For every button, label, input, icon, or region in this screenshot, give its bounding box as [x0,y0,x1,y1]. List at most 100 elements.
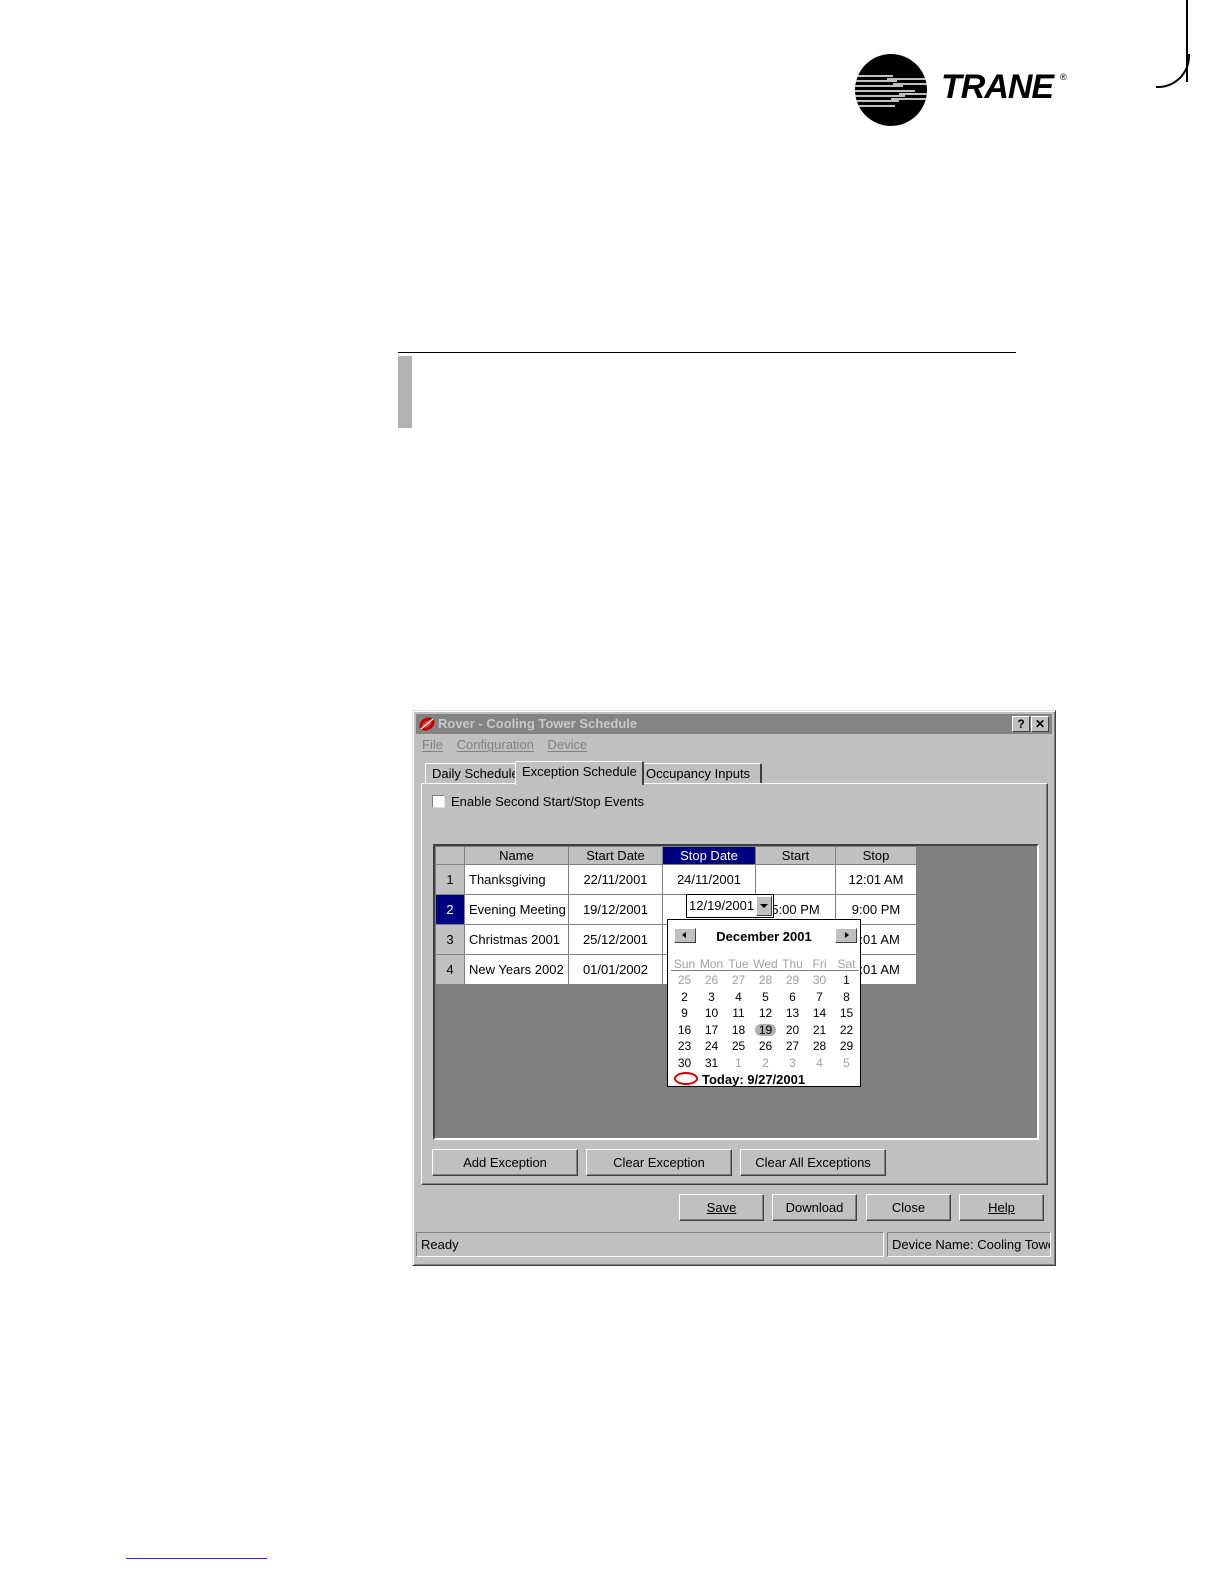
calendar-day[interactable]: 24 [698,1038,725,1054]
cell-stop-date[interactable]: 24/11/2001 [662,864,756,895]
title-bar[interactable]: Rover - Cooling Tower Schedule ? ✕ [416,714,1052,734]
clear-exception-button[interactable]: Clear Exception [586,1149,732,1176]
calendar-day[interactable]: 28 [752,972,779,988]
calendar-day[interactable]: 9 [671,1005,698,1021]
column-header-stop[interactable]: Stop [835,846,917,865]
table-header-row: Name Start Date Stop Date Start Stop [435,846,917,865]
row-number[interactable]: 3 [435,924,465,955]
calendar-day[interactable]: 30 [671,1055,698,1071]
calendar-day[interactable]: 31 [698,1055,725,1071]
calendar-day[interactable]: 14 [806,1005,833,1021]
weekday-header-row: Sun Mon Tue Wed Thu Fri Sat [671,957,859,971]
calendar-day[interactable]: 6 [779,989,806,1005]
calendar-day[interactable]: 28 [806,1038,833,1054]
tab-daily-schedule[interactable]: Daily Schedule [425,763,526,784]
enable-second-events-checkbox[interactable] [432,795,445,808]
calendar-day[interactable]: 13 [779,1005,806,1021]
today-link[interactable]: Today: 9/27/2001 [674,1072,805,1087]
status-device-name: Device Name: Cooling Tower [887,1232,1051,1257]
calendar-day[interactable]: 19 [752,1022,779,1038]
menu-bar: File Configuration Device [422,737,597,755]
enable-second-events-row[interactable]: Enable Second Start/Stop Events [432,794,644,810]
calendar-day[interactable]: 15 [833,1005,860,1021]
row-number[interactable]: 4 [435,954,465,985]
calendar-day[interactable]: 16 [671,1022,698,1038]
menu-file[interactable]: File [422,737,443,752]
close-title-button[interactable]: ✕ [1031,716,1049,732]
previous-month-icon[interactable] [674,928,696,943]
table-row[interactable]: 1 Thanksgiving 22/11/2001 24/11/2001 12:… [435,864,917,895]
calendar-day[interactable]: 7 [806,989,833,1005]
calendar-day[interactable]: 3 [698,989,725,1005]
calendar-popup: December 2001 Sun Mon Tue Wed Thu Fri Sa… [667,919,861,1087]
weekday-label: Thu [782,957,803,971]
calendar-day[interactable]: 1 [725,1055,752,1071]
column-header-start-date[interactable]: Start Date [568,846,663,865]
status-ready: Ready [416,1232,884,1257]
calendar-day[interactable]: 3 [779,1055,806,1071]
calendar-day[interactable]: 2 [752,1055,779,1071]
help-button[interactable]: Help [959,1194,1044,1221]
section-rule [398,352,1016,353]
calendar-day[interactable]: 30 [806,972,833,988]
calendar-day[interactable]: 5 [833,1055,860,1071]
cell-start[interactable] [755,864,836,895]
calendar-day[interactable]: 17 [698,1022,725,1038]
tab-occupancy-inputs[interactable]: Occupancy Inputs [639,763,762,784]
save-button[interactable]: Save [679,1194,764,1221]
calendar-day[interactable]: 18 [725,1022,752,1038]
calendar-day[interactable]: 27 [779,1038,806,1054]
cell-name[interactable]: Evening Meeting [464,894,569,925]
calendar-day[interactable]: 25 [725,1038,752,1054]
column-header-start[interactable]: Start [755,846,836,865]
corner-header[interactable] [435,846,465,865]
calendar-day[interactable]: 25 [671,972,698,988]
cell-start-date[interactable]: 25/12/2001 [568,924,663,955]
calendar-day[interactable]: 20 [779,1022,806,1038]
save-button-label: Save [706,1200,737,1215]
cell-stop[interactable]: 12:01 AM [835,864,917,895]
calendar-day[interactable]: 26 [698,972,725,988]
download-button[interactable]: Download [772,1194,857,1221]
calendar-day[interactable]: 29 [833,1038,860,1054]
calendar-day[interactable]: 26 [752,1038,779,1054]
calendar-day[interactable]: 23 [671,1038,698,1054]
calendar-day[interactable]: 10 [698,1005,725,1021]
cell-name[interactable]: New Years 2002 [464,954,569,985]
help-title-button[interactable]: ? [1012,716,1030,732]
enable-second-events-label: Enable Second Start/Stop Events [451,794,644,809]
menu-configuration[interactable]: Configuration [457,737,534,752]
calendar-day[interactable]: 27 [725,972,752,988]
menu-device[interactable]: Device [548,737,588,752]
calendar-day[interactable]: 12 [752,1005,779,1021]
close-button[interactable]: Close [866,1194,951,1221]
calendar-day[interactable]: 5 [752,989,779,1005]
column-header-stop-date[interactable]: Stop Date [662,846,756,865]
tab-exception-schedule[interactable]: Exception Schedule [515,761,644,785]
footer-rule [126,1558,267,1559]
calendar-day[interactable]: 11 [725,1005,752,1021]
clear-all-exceptions-button[interactable]: Clear All Exceptions [740,1149,886,1176]
cell-name[interactable]: Christmas 2001 [464,924,569,955]
row-number[interactable]: 1 [435,864,465,895]
next-month-icon[interactable] [835,928,857,943]
today-label: Today: 9/27/2001 [702,1072,806,1087]
calendar-day[interactable]: 21 [806,1022,833,1038]
chevron-down-icon[interactable] [756,896,772,916]
calendar-day[interactable]: 2 [671,989,698,1005]
calendar-day[interactable]: 8 [833,989,860,1005]
cell-start-date[interactable]: 22/11/2001 [568,864,663,895]
calendar-day[interactable]: 4 [806,1055,833,1071]
calendar-day[interactable]: 22 [833,1022,860,1038]
stop-date-editor[interactable]: 12/19/2001 [686,894,774,918]
row-number[interactable]: 2 [435,894,465,925]
cell-start-date[interactable]: 01/01/2002 [568,954,663,985]
calendar-day[interactable]: 4 [725,989,752,1005]
cell-start-date[interactable]: 19/12/2001 [568,894,663,925]
calendar-day[interactable]: 29 [779,972,806,988]
calendar-day[interactable]: 1 [833,972,860,988]
column-header-name[interactable]: Name [464,846,569,865]
stop-date-editor-value[interactable]: 12/19/2001 [689,898,754,913]
add-exception-button[interactable]: Add Exception [432,1149,578,1176]
cell-name[interactable]: Thanksgiving [464,864,569,895]
